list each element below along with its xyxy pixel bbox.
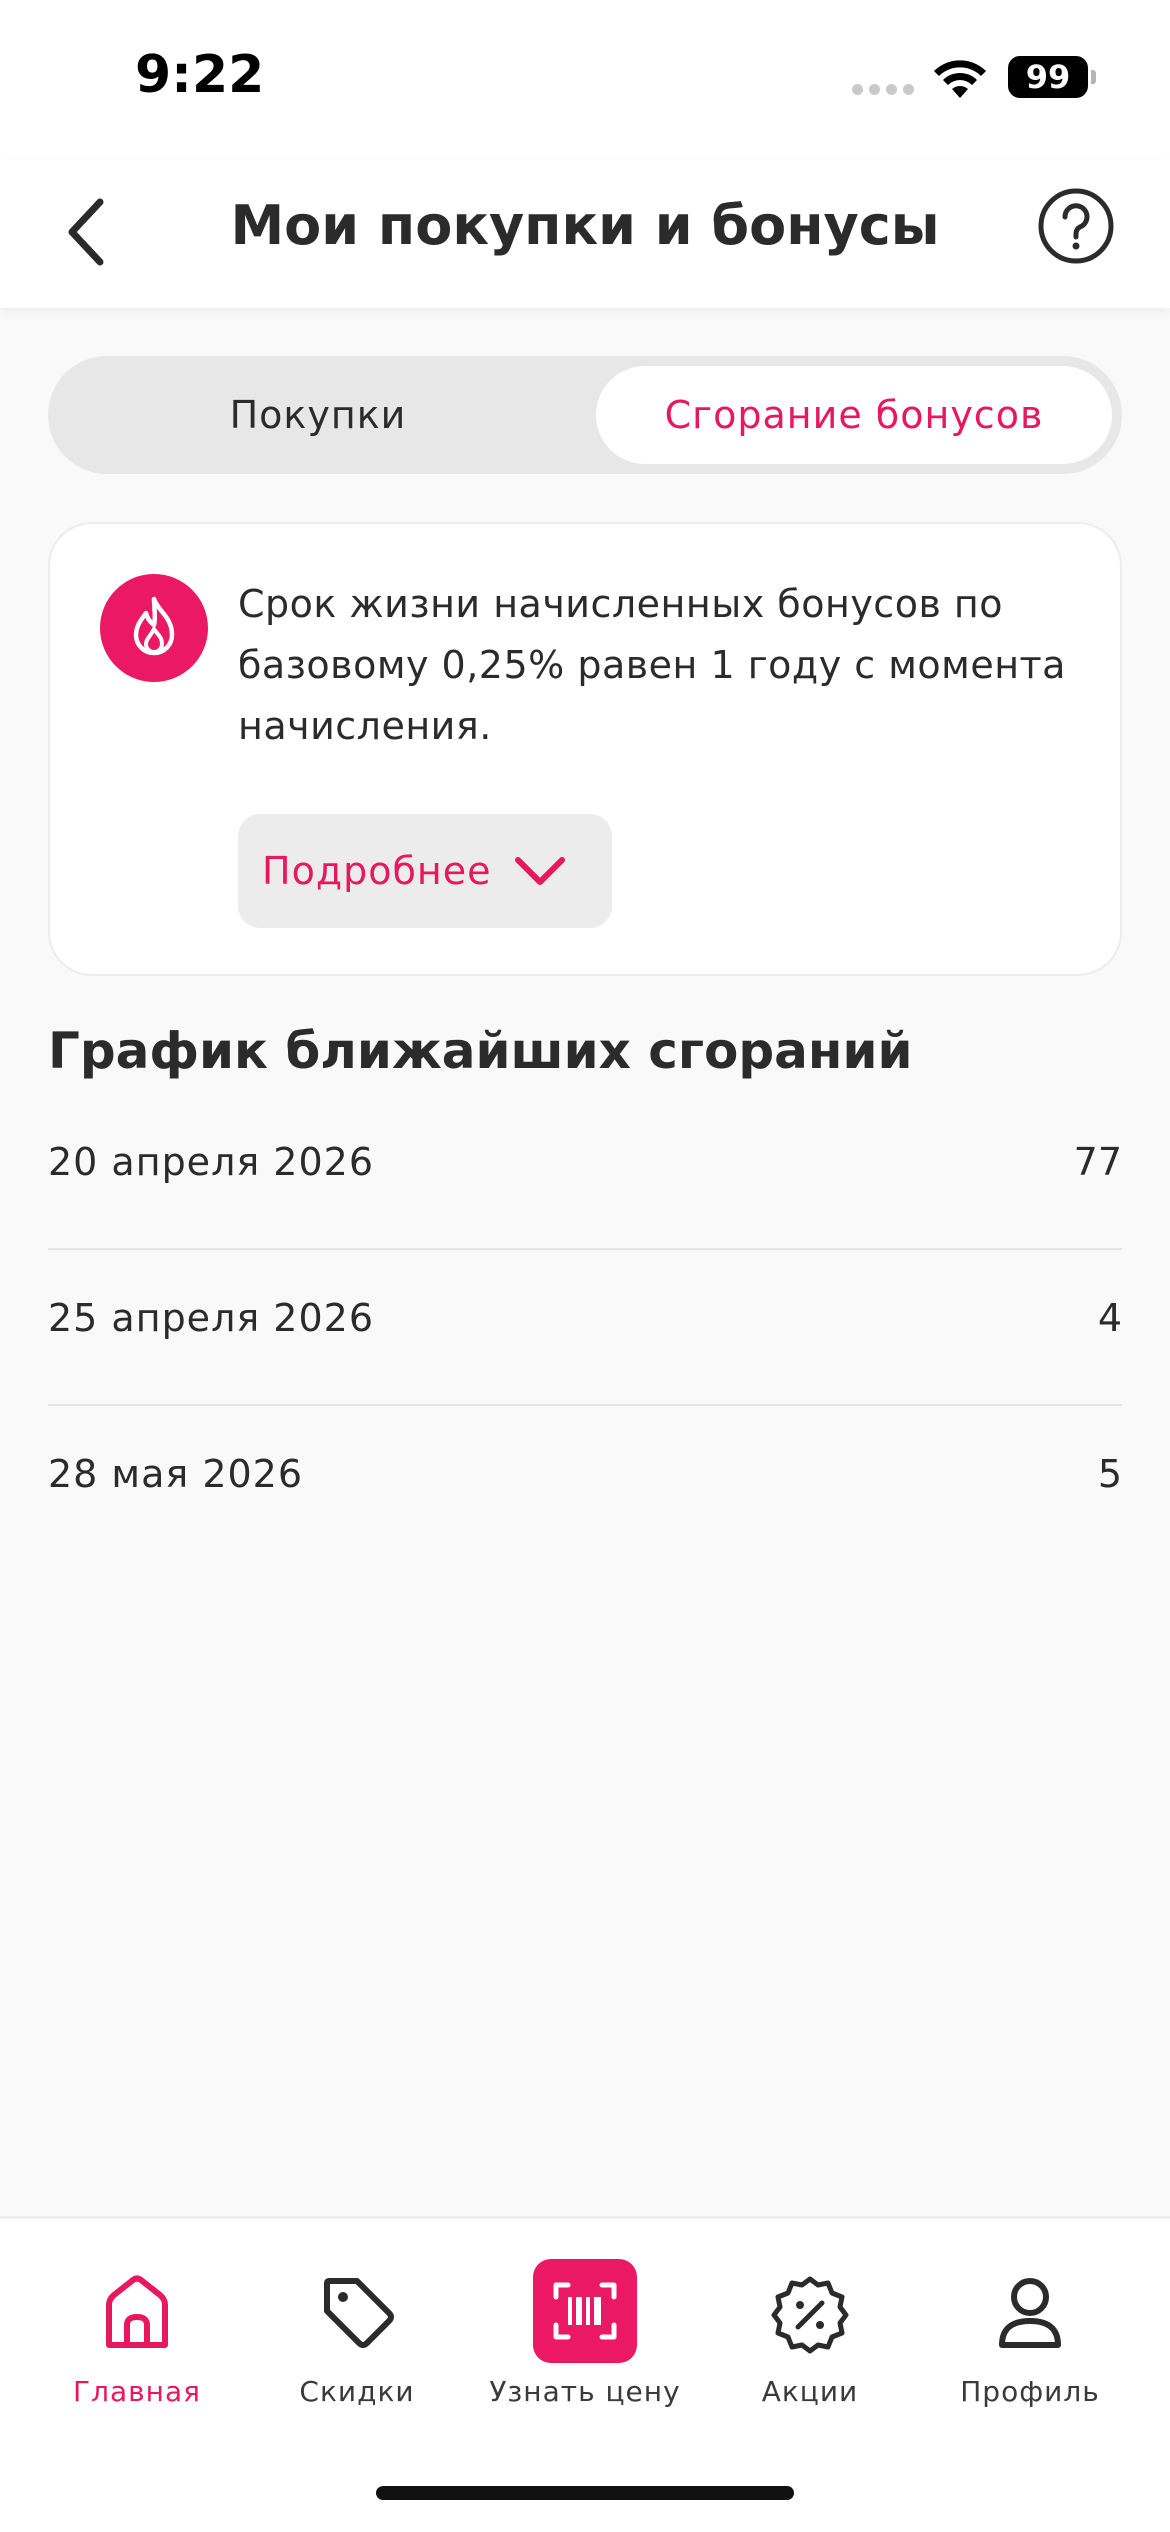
nav-label: Скидки — [299, 2375, 415, 2408]
page-title: Мои покупки и бонусы — [230, 194, 940, 257]
segmented-control: Покупки Сгорание бонусов — [48, 356, 1122, 474]
tab-bonus-burn[interactable]: Сгорание бонусов — [596, 366, 1112, 464]
bottom-nav: Главная Скидки Узнать цену Акции Профиль — [0, 2216, 1170, 2532]
bonus-lifetime-text: Срок жизни начисленных бонусов по базово… — [238, 582, 1066, 748]
list-item: 28 мая 2026 5 — [48, 1406, 1122, 1562]
profile-icon — [999, 2278, 1061, 2348]
info-card: Срок жизни начисленных бонусов по базово… — [48, 522, 1122, 976]
help-icon[interactable] — [1036, 186, 1116, 266]
burn-amount: 5 — [1097, 1452, 1122, 1496]
tab-purchases[interactable]: Покупки — [58, 366, 578, 464]
percent-badge-icon — [771, 2276, 849, 2354]
burn-date: 20 апреля 2026 — [48, 1140, 374, 1184]
list-item: 25 апреля 2026 4 — [48, 1250, 1122, 1406]
burn-amount: 77 — [1073, 1140, 1122, 1184]
home-indicator[interactable] — [376, 2486, 794, 2500]
nav-item-price-check[interactable]: Узнать цену — [475, 2259, 695, 2408]
burn-amount: 4 — [1097, 1296, 1122, 1340]
burn-date: 25 апреля 2026 — [48, 1296, 374, 1340]
nav-label: Узнать цену — [489, 2375, 681, 2408]
burn-date: 28 мая 2026 — [48, 1452, 304, 1496]
flame-icon — [133, 596, 175, 656]
nav-item-profile[interactable]: Профиль — [920, 2259, 1140, 2408]
flame-badge — [100, 574, 208, 682]
wifi-icon — [934, 60, 986, 98]
chevron-down-icon — [514, 857, 565, 885]
more-button-label: Подробнее — [262, 849, 492, 893]
signal-icon — [852, 84, 914, 95]
nav-item-promotions[interactable]: Акции — [700, 2259, 920, 2408]
list-item: 20 апреля 2026 77 — [48, 1094, 1122, 1250]
nav-label: Акции — [761, 2375, 859, 2408]
nav-item-home[interactable]: Главная — [27, 2259, 247, 2408]
status-time: 9:22 — [135, 45, 265, 105]
battery-icon: 99 — [1008, 56, 1088, 98]
barcode-scan-icon — [533, 2259, 637, 2363]
burn-schedule-list: 20 апреля 2026 77 25 апреля 2026 4 28 ма… — [48, 1094, 1122, 1562]
nav-item-discounts[interactable]: Скидки — [247, 2259, 467, 2408]
header: Мои покупки и бонусы — [0, 160, 1170, 308]
battery-tip — [1091, 70, 1096, 84]
nav-label: Главная — [73, 2375, 201, 2408]
home-icon — [106, 2275, 168, 2348]
schedule-title: График ближайших сгораний — [48, 1022, 913, 1080]
tag-icon — [324, 2278, 394, 2348]
more-button[interactable]: Подробнее — [238, 814, 612, 928]
nav-label: Профиль — [960, 2375, 1100, 2408]
screen: 9:22 99 Мои покупки и бонусы Покупки Сго… — [0, 0, 1170, 2532]
status-bar: 9:22 99 — [0, 0, 1170, 160]
